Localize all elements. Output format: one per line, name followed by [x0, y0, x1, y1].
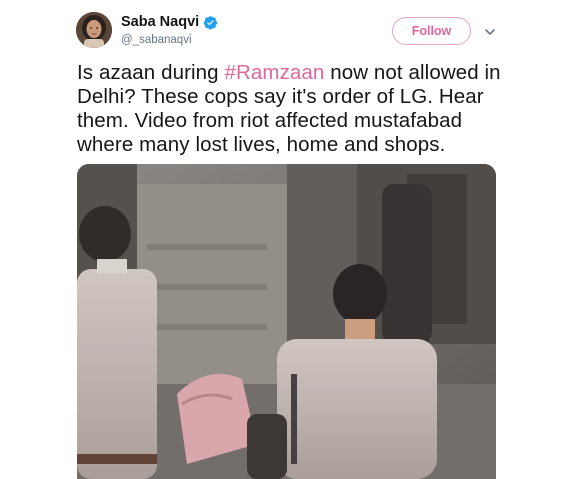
author-name[interactable]: Saba Naqvi [121, 14, 218, 30]
author-handle[interactable]: @_sabanaqvi [121, 34, 192, 46]
tweet-text-line-1: Is azaan during #Ramzaan now not allowed… [77, 61, 517, 85]
follow-button[interactable]: Follow [392, 17, 471, 45]
profile-photo-icon [76, 12, 112, 48]
video-still-image [77, 164, 496, 479]
tweet-text-segment: Is azaan during [77, 61, 225, 84]
tweet-text-segment: now not allowed in [324, 61, 501, 84]
hashtag-link[interactable]: #Ramzaan [224, 61, 324, 84]
chevron-down-icon[interactable] [484, 25, 496, 37]
tweet-text-line-3: them. Video from riot affected mustafaba… [77, 109, 463, 132]
video-thumbnail[interactable] [77, 164, 496, 479]
tweet-card: Saba Naqvi @_sabanaqvi Follow Is azaan d… [0, 0, 578, 479]
tweet-text-line-4: where many lost lives, home and shops. [77, 133, 446, 156]
tweet-text-line-2: Delhi? These cops say it's order of LG. … [77, 85, 484, 108]
avatar[interactable] [76, 12, 112, 48]
tweet-text: Is azaan during #Ramzaan now not allowed… [77, 61, 517, 157]
author-name-text[interactable]: Saba Naqvi [121, 14, 199, 30]
verified-badge-icon [203, 15, 218, 30]
